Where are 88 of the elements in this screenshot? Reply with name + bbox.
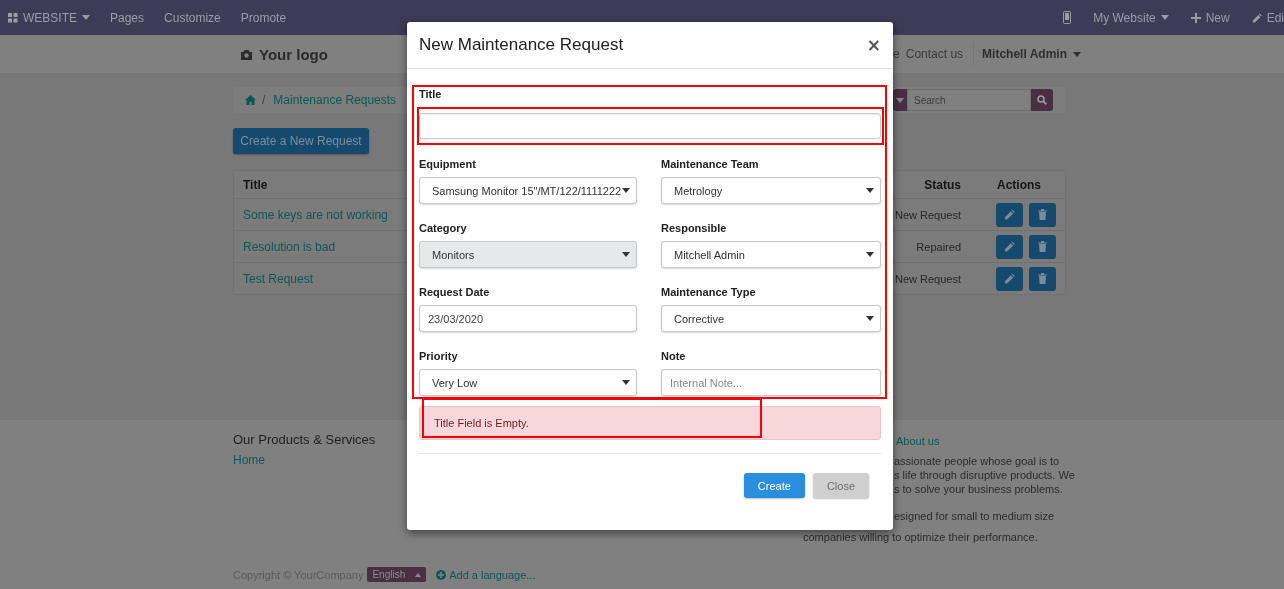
breadcrumb-link[interactable]: Maintenance Requests bbox=[273, 93, 397, 107]
column-header: Actions bbox=[996, 177, 1042, 192]
about-text: assionate people whose goal is to bbox=[894, 454, 1060, 468]
trash-icon bbox=[1038, 209, 1047, 220]
dropdown-field[interactable]: Samsung Monitor 15"/MT/122/1111222 bbox=[419, 177, 637, 204]
dropdown-field[interactable]: Mitchell Admin bbox=[661, 241, 881, 268]
site-logo[interactable]: Your logo bbox=[259, 45, 328, 63]
about-text: s life through disruptive products. We bbox=[894, 468, 1075, 482]
pencil-icon bbox=[1251, 12, 1262, 23]
caret-icon bbox=[1073, 51, 1081, 57]
trash-icon bbox=[1038, 273, 1047, 284]
caret-icon bbox=[896, 97, 904, 103]
caret-icon bbox=[82, 15, 90, 20]
website-menu[interactable]: My Website bbox=[1093, 10, 1169, 25]
dropdown-field[interactable]: Very Low bbox=[419, 369, 637, 396]
field-label: Note bbox=[661, 350, 687, 363]
nav-link[interactable]: Contact us bbox=[905, 47, 964, 61]
close-button[interactable]: × bbox=[866, 35, 881, 55]
edit-button[interactable] bbox=[996, 234, 1023, 259]
status-cell: New Request bbox=[894, 272, 961, 285]
plus-icon bbox=[1190, 12, 1201, 23]
menu-link[interactable]: Pages bbox=[110, 10, 145, 25]
about-text: esigned for small to medium size bbox=[894, 509, 1055, 523]
search-icon bbox=[1037, 95, 1047, 105]
filter-dropdown-button[interactable] bbox=[893, 89, 907, 111]
field-label: Priority bbox=[419, 350, 459, 363]
about-text: companies willing to optimize their performance. bbox=[803, 530, 1038, 544]
plus-circle-icon bbox=[436, 569, 447, 580]
menu-link[interactable]: Customize bbox=[164, 10, 221, 25]
caret-up-icon bbox=[415, 572, 422, 577]
text-field[interactable]: 23/03/2020 bbox=[419, 305, 637, 332]
about-text: s to solve your business problems. bbox=[894, 482, 1063, 496]
request-link[interactable]: Resolution is bad bbox=[243, 239, 336, 254]
nav-link[interactable]: e bbox=[893, 47, 900, 61]
search-field[interactable]: Search bbox=[907, 89, 1031, 111]
column-header: Title bbox=[242, 177, 269, 192]
column-header: Status bbox=[924, 177, 961, 192]
field-label: Equipment bbox=[419, 158, 477, 171]
breadcrumb-separator: / bbox=[262, 93, 266, 107]
delete-button[interactable] bbox=[1029, 234, 1056, 259]
edit-button[interactable] bbox=[996, 202, 1023, 227]
add-language-link[interactable]: Add a language... bbox=[436, 568, 536, 581]
caret-icon bbox=[622, 252, 630, 257]
new-menu[interactable]: New bbox=[1190, 10, 1230, 25]
trash-icon bbox=[1038, 241, 1047, 252]
caret-icon bbox=[622, 380, 630, 385]
delete-button[interactable] bbox=[1029, 266, 1056, 291]
app-menu[interactable]: WEBSITE bbox=[8, 10, 90, 25]
pencil-icon bbox=[1004, 241, 1015, 252]
title-field[interactable] bbox=[419, 113, 881, 139]
edit-link[interactable]: Edi bbox=[1251, 10, 1284, 25]
user-menu[interactable]: Mitchell Admin bbox=[982, 47, 1081, 61]
field-label: Maintenance Type bbox=[661, 286, 757, 299]
caret-icon bbox=[866, 188, 874, 193]
pencil-icon bbox=[1004, 273, 1015, 284]
caret-icon bbox=[1160, 15, 1169, 20]
edit-button[interactable] bbox=[996, 266, 1023, 291]
status-cell: New Request bbox=[894, 208, 961, 221]
menu-link[interactable]: Promote bbox=[240, 10, 287, 25]
status-cell: Repaired bbox=[916, 240, 961, 253]
pencil-icon bbox=[1004, 209, 1015, 220]
field-label: Title bbox=[419, 88, 443, 101]
caret-icon bbox=[866, 316, 874, 321]
dropdown-field: Monitors bbox=[419, 241, 637, 268]
request-link[interactable]: Some keys are not working bbox=[243, 207, 388, 222]
field-label: Responsible bbox=[661, 222, 728, 235]
dropdown-field[interactable]: Corrective bbox=[661, 305, 881, 332]
request-link[interactable]: Test Request bbox=[243, 271, 314, 286]
create-request-button[interactable]: Create a New Request bbox=[233, 128, 369, 154]
field-label: Maintenance Team bbox=[661, 158, 760, 171]
search-button[interactable] bbox=[1031, 89, 1053, 111]
error-alert: Title Field is Empty. bbox=[419, 406, 881, 440]
caret-icon bbox=[622, 188, 630, 193]
delete-button[interactable] bbox=[1029, 202, 1056, 227]
camera-icon bbox=[240, 48, 253, 60]
mobile-phone-icon[interactable] bbox=[1063, 11, 1072, 24]
field-label: Request Date bbox=[419, 286, 491, 299]
field-label: Category bbox=[419, 222, 468, 235]
grid-icon bbox=[8, 12, 18, 23]
footer-heading: Our Products & Services bbox=[233, 432, 377, 447]
footer-heading: About us bbox=[896, 434, 940, 448]
language-selector[interactable]: English bbox=[367, 567, 427, 582]
dropdown-field[interactable]: Metrology bbox=[661, 177, 881, 204]
caret-icon bbox=[866, 252, 874, 257]
create-button[interactable]: Create bbox=[743, 473, 805, 498]
home-icon[interactable] bbox=[245, 95, 256, 105]
modal-title: New Maintenance Request bbox=[419, 35, 624, 55]
text-field[interactable]: Internal Note... bbox=[661, 369, 881, 396]
